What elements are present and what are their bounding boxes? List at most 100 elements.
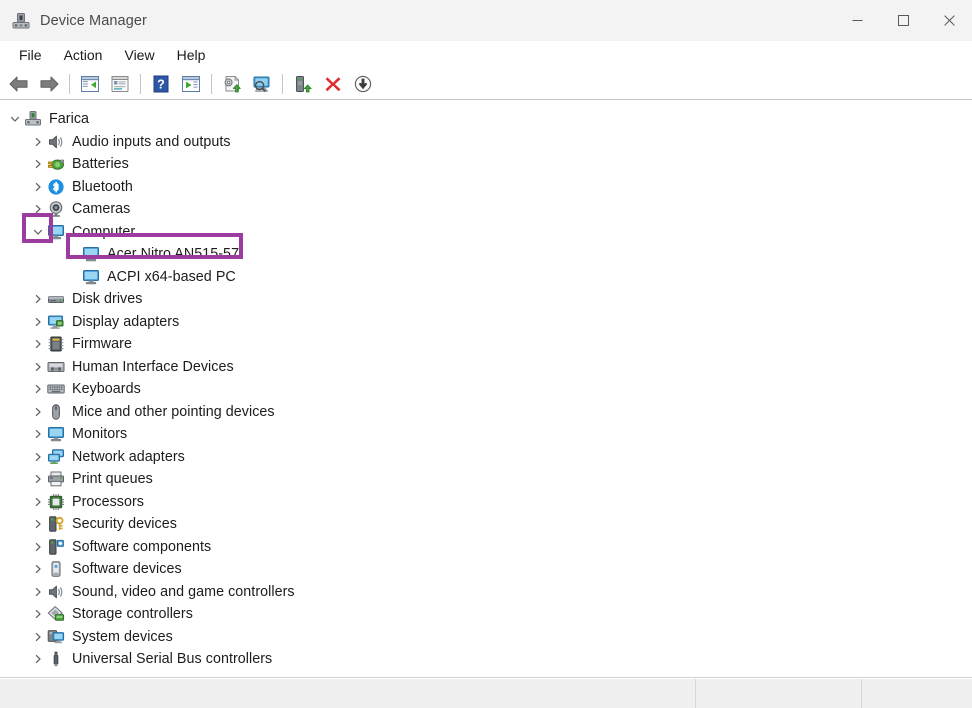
minimize-button[interactable]	[834, 0, 880, 41]
properties-icon[interactable]	[105, 70, 135, 98]
tree-row[interactable]: Firmware	[0, 333, 972, 356]
tree-row[interactable]: Audio inputs and outputs	[0, 131, 972, 154]
chevron-right-icon[interactable]	[28, 288, 47, 310]
back-icon[interactable]	[4, 70, 34, 98]
tree-row[interactable]: Software devices	[0, 558, 972, 581]
toolbar-separator	[140, 74, 141, 94]
tree-row[interactable]: System devices	[0, 626, 972, 649]
tree-item-label: Processors	[72, 494, 144, 510]
device-tree-panel[interactable]: Farica Audio inputs and outputs Batteries B…	[0, 100, 972, 678]
tree-row[interactable]: Monitors	[0, 423, 972, 446]
tree-row[interactable]: Software components	[0, 536, 972, 559]
tree-row[interactable]: Network adapters	[0, 446, 972, 469]
chevron-right-icon[interactable]	[28, 176, 47, 198]
tree-item-label: System devices	[72, 629, 173, 645]
chevron-right-icon[interactable]	[28, 558, 47, 580]
tree-item-label: Computer	[72, 224, 135, 240]
status-segment-two	[696, 679, 862, 708]
tree-row[interactable]: Bluetooth	[0, 176, 972, 199]
disk-drive-icon	[47, 290, 65, 308]
speaker-icon	[47, 583, 65, 601]
tree-row[interactable]: Computer	[0, 221, 972, 244]
chevron-down-icon[interactable]	[5, 108, 24, 130]
show-hide-tree-icon[interactable]	[75, 70, 105, 98]
chevron-placeholder	[63, 266, 82, 288]
chevron-right-icon[interactable]	[28, 198, 47, 220]
install-device-icon[interactable]	[288, 70, 318, 98]
chevron-right-icon[interactable]	[28, 603, 47, 625]
tree-item-label: Universal Serial Bus controllers	[72, 651, 272, 667]
tree-row[interactable]: Cameras	[0, 198, 972, 221]
tree-row[interactable]: Disk drives	[0, 288, 972, 311]
tree-row[interactable]: ACPI x64-based PC	[0, 266, 972, 289]
chevron-right-icon[interactable]	[28, 131, 47, 153]
chevron-right-icon[interactable]	[28, 333, 47, 355]
menu-file[interactable]: File	[8, 44, 53, 66]
help-icon[interactable]: ?	[146, 70, 176, 98]
toolbar-separator	[69, 74, 70, 94]
tree-item-label: Software devices	[72, 561, 182, 577]
menu-view[interactable]: View	[113, 44, 165, 66]
device-manager-icon	[12, 12, 30, 30]
menu-action[interactable]: Action	[53, 44, 114, 66]
tree-row[interactable]: Security devices	[0, 513, 972, 536]
chevron-down-icon[interactable]	[28, 221, 47, 243]
chevron-right-icon[interactable]	[28, 581, 47, 603]
storage-controller-icon	[47, 605, 65, 623]
tree-row[interactable]: Universal Serial Bus controllers	[0, 648, 972, 671]
security-key-icon	[47, 515, 65, 533]
tree-row[interactable]: Display adapters	[0, 311, 972, 334]
chevron-right-icon[interactable]	[28, 356, 47, 378]
chevron-right-icon[interactable]	[28, 311, 47, 333]
tree-row[interactable]: Storage controllers	[0, 603, 972, 626]
update-driver-icon[interactable]	[217, 70, 247, 98]
tree-row[interactable]: Processors	[0, 491, 972, 514]
toolbar: ?	[0, 68, 972, 100]
battery-icon	[47, 155, 65, 173]
disable-device-icon[interactable]	[348, 70, 378, 98]
chevron-right-icon[interactable]	[28, 648, 47, 670]
scan-hardware-icon[interactable]	[176, 70, 206, 98]
tree-item-label: Software components	[72, 539, 211, 555]
chevron-right-icon[interactable]	[28, 491, 47, 513]
uninstall-device-icon[interactable]	[318, 70, 348, 98]
tree-row[interactable]: Mice and other pointing devices	[0, 401, 972, 424]
chevron-right-icon[interactable]	[28, 153, 47, 175]
chevron-placeholder	[63, 243, 82, 265]
chevron-right-icon[interactable]	[28, 513, 47, 535]
tree-row[interactable]: Print queues	[0, 468, 972, 491]
camera-icon	[47, 200, 65, 218]
chevron-right-icon[interactable]	[28, 378, 47, 400]
chevron-right-icon[interactable]	[28, 468, 47, 490]
tree-row[interactable]: Human Interface Devices	[0, 356, 972, 379]
tree-root-row[interactable]: Farica	[0, 108, 972, 131]
forward-icon[interactable]	[34, 70, 64, 98]
toolbar-separator	[211, 74, 212, 94]
tree-row[interactable]: Keyboards	[0, 378, 972, 401]
menu-help[interactable]: Help	[166, 44, 217, 66]
tree-item-label: Audio inputs and outputs	[72, 134, 231, 150]
chevron-right-icon[interactable]	[28, 626, 47, 648]
tree-item-label: Mice and other pointing devices	[72, 404, 275, 420]
chevron-right-icon[interactable]	[28, 401, 47, 423]
tree-row[interactable]: Sound, video and game controllers	[0, 581, 972, 604]
maximize-button[interactable]	[880, 0, 926, 41]
tree-item-label: Storage controllers	[72, 606, 193, 622]
tree-item-label: Bluetooth	[72, 179, 133, 195]
close-button[interactable]	[926, 0, 972, 41]
tree-row[interactable]: Batteries	[0, 153, 972, 176]
chevron-right-icon[interactable]	[28, 446, 47, 468]
menu-bar: File Action View Help	[0, 41, 972, 68]
chevron-right-icon[interactable]	[28, 423, 47, 445]
tree-item-label: Monitors	[72, 426, 127, 442]
window-controls	[834, 0, 972, 41]
scan-for-changes-icon[interactable]	[247, 70, 277, 98]
chevron-right-icon[interactable]	[28, 536, 47, 558]
status-segment-three	[862, 679, 972, 708]
hid-icon	[47, 358, 65, 376]
software-device-icon	[47, 560, 65, 578]
window-title: Device Manager	[40, 13, 147, 29]
firmware-chip-icon	[47, 335, 65, 353]
tree-row[interactable]: Acer Nitro AN515-57	[0, 243, 972, 266]
processor-icon	[47, 493, 65, 511]
